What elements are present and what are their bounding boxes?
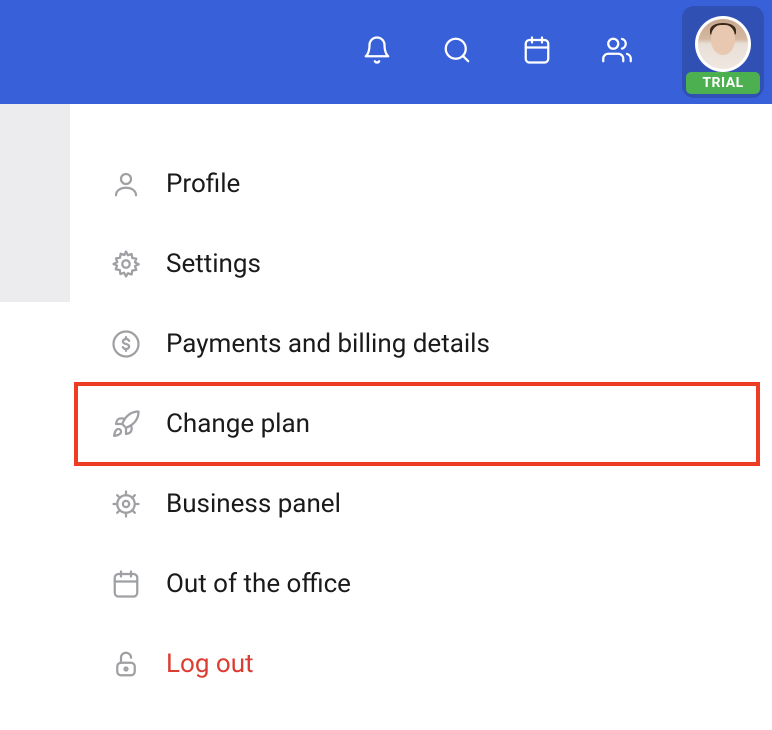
menu-item-label: Out of the office xyxy=(166,569,351,599)
calendar-icon xyxy=(522,35,552,69)
rocket-icon xyxy=(110,408,142,440)
menu-item-label: Payments and billing details xyxy=(166,329,490,359)
team-button[interactable] xyxy=(602,37,632,67)
lock-icon xyxy=(110,648,142,680)
menu-item-business-panel[interactable]: Business panel xyxy=(70,464,772,544)
menu-item-profile[interactable]: Profile xyxy=(70,144,772,224)
bell-icon xyxy=(362,35,392,69)
dollar-circle-icon xyxy=(110,328,142,360)
trial-badge: TRIAL xyxy=(686,72,760,94)
menu-item-label: Change plan xyxy=(166,409,310,439)
menu-item-payments[interactable]: Payments and billing details xyxy=(70,304,772,384)
helm-icon xyxy=(110,488,142,520)
left-sidebar-stub xyxy=(0,104,70,302)
calendar-button[interactable] xyxy=(522,37,552,67)
menu-item-change-plan[interactable]: Change plan xyxy=(76,384,758,464)
calendar-icon xyxy=(110,568,142,600)
search-icon xyxy=(442,35,472,69)
search-button[interactable] xyxy=(442,37,472,67)
person-icon xyxy=(110,168,142,200)
menu-item-label: Log out xyxy=(166,649,254,679)
menu-item-logout[interactable]: Log out xyxy=(70,624,772,704)
user-menu-button[interactable]: TRIAL xyxy=(682,6,764,98)
menu-item-out-of-office[interactable]: Out of the office xyxy=(70,544,772,624)
app-header: TRIAL xyxy=(0,0,772,104)
user-dropdown-menu: Profile Settings Payments and billing de… xyxy=(70,104,772,730)
menu-item-label: Profile xyxy=(166,169,240,199)
menu-item-settings[interactable]: Settings xyxy=(70,224,772,304)
notifications-button[interactable] xyxy=(362,37,392,67)
gear-icon xyxy=(110,248,142,280)
users-icon xyxy=(602,35,632,69)
menu-item-label: Business panel xyxy=(166,489,341,519)
avatar xyxy=(695,16,751,72)
menu-item-label: Settings xyxy=(166,249,261,279)
